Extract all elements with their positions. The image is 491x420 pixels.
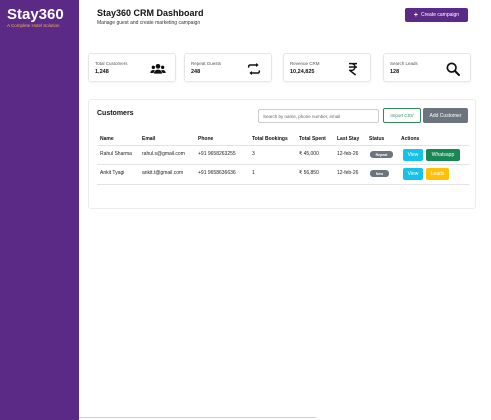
main-content: Stay360 CRM Dashboard Manage guest and c… <box>79 0 491 420</box>
customers-panel: Customers Import CSV Add Customer Name E… <box>88 99 476 209</box>
cell-phone: +91 9658263255 <box>198 151 236 157</box>
leads-button[interactable]: Leads <box>426 168 449 180</box>
create-campaign-label: Create campaign <box>421 12 460 18</box>
column-header-status: Status <box>369 136 385 142</box>
column-header-last-stay: Last Stay <box>337 136 360 142</box>
cell-bookings: 1 <box>252 170 255 176</box>
brand-tagline: A Complete Hotel Solution <box>7 23 60 28</box>
rupee-icon <box>348 62 357 76</box>
row-divider <box>97 164 469 165</box>
column-header-actions: Actions <box>401 136 420 142</box>
cell-last-stay: 12-feb-26 <box>337 170 359 176</box>
row-divider <box>97 184 469 185</box>
stat-label: Revenue CRM <box>290 61 320 66</box>
status-badge: Repeat <box>370 151 393 158</box>
stat-value: 1,248 <box>95 69 109 75</box>
header-divider <box>97 145 469 146</box>
stat-value: 10,24,825 <box>290 69 315 75</box>
cell-name: Ankit Tyagi <box>100 170 125 176</box>
customer-search-input[interactable] <box>258 109 379 123</box>
whatsapp-button[interactable]: Whatsapp <box>426 149 460 161</box>
create-campaign-button[interactable]: + Create campaign <box>405 8 468 22</box>
cell-phone: +91 9658636636 <box>198 170 236 176</box>
stat-label: Total Customers <box>95 61 128 66</box>
cell-bookings: 3 <box>252 151 255 157</box>
cell-email: rahul.s@gmail.com <box>142 151 185 157</box>
stat-card-search-leads: Search Leads 128 <box>383 53 471 82</box>
cell-spent: ₹ 45,000 <box>299 151 319 157</box>
search-icon <box>446 62 460 76</box>
add-customer-button[interactable]: Add Customer <box>423 108 468 123</box>
stat-label: Search Leads <box>390 61 418 66</box>
bottom-divider <box>79 417 316 418</box>
column-header-total-bookings: Total Bookings <box>252 136 288 142</box>
view-button[interactable]: View <box>403 149 423 161</box>
column-header-total-spent: Total Spent <box>299 136 326 142</box>
brand-name[interactable]: Stay360 <box>7 6 64 23</box>
status-badge: New <box>370 170 389 177</box>
customers-title: Customers <box>97 110 134 117</box>
stat-value: 248 <box>191 69 201 75</box>
cell-spent: ₹ 56,850 <box>299 170 319 176</box>
stat-card-revenue-crm: Revenue CRM 10,24,825 <box>283 53 371 82</box>
page-subtitle: Manage guest and create marketing campai… <box>97 20 201 26</box>
stat-value: 128 <box>390 69 400 75</box>
plus-icon: + <box>413 11 418 19</box>
column-header-email: Email <box>142 136 156 142</box>
page-title: Stay360 CRM Dashboard <box>97 8 204 18</box>
column-header-name: Name <box>100 136 114 142</box>
cell-last-stay: 12-feb-26 <box>337 151 359 157</box>
cell-name: Rahul Sharma <box>100 151 132 157</box>
repeat-icon <box>247 63 261 75</box>
view-button[interactable]: View <box>403 168 423 180</box>
stat-card-repeat-guests: Repeat Guests 248 <box>184 53 272 82</box>
users-icon <box>150 64 166 74</box>
import-csv-button[interactable]: Import CSV <box>383 108 421 123</box>
stat-label: Repeat Guests <box>191 61 222 66</box>
stat-card-total-customers: Total Customers 1,248 <box>88 53 176 82</box>
sidebar: Stay360 A Complete Hotel Solution <box>0 0 79 420</box>
column-header-phone: Phone <box>198 136 214 142</box>
cell-email: ankit.t@gmail.com <box>142 170 184 176</box>
